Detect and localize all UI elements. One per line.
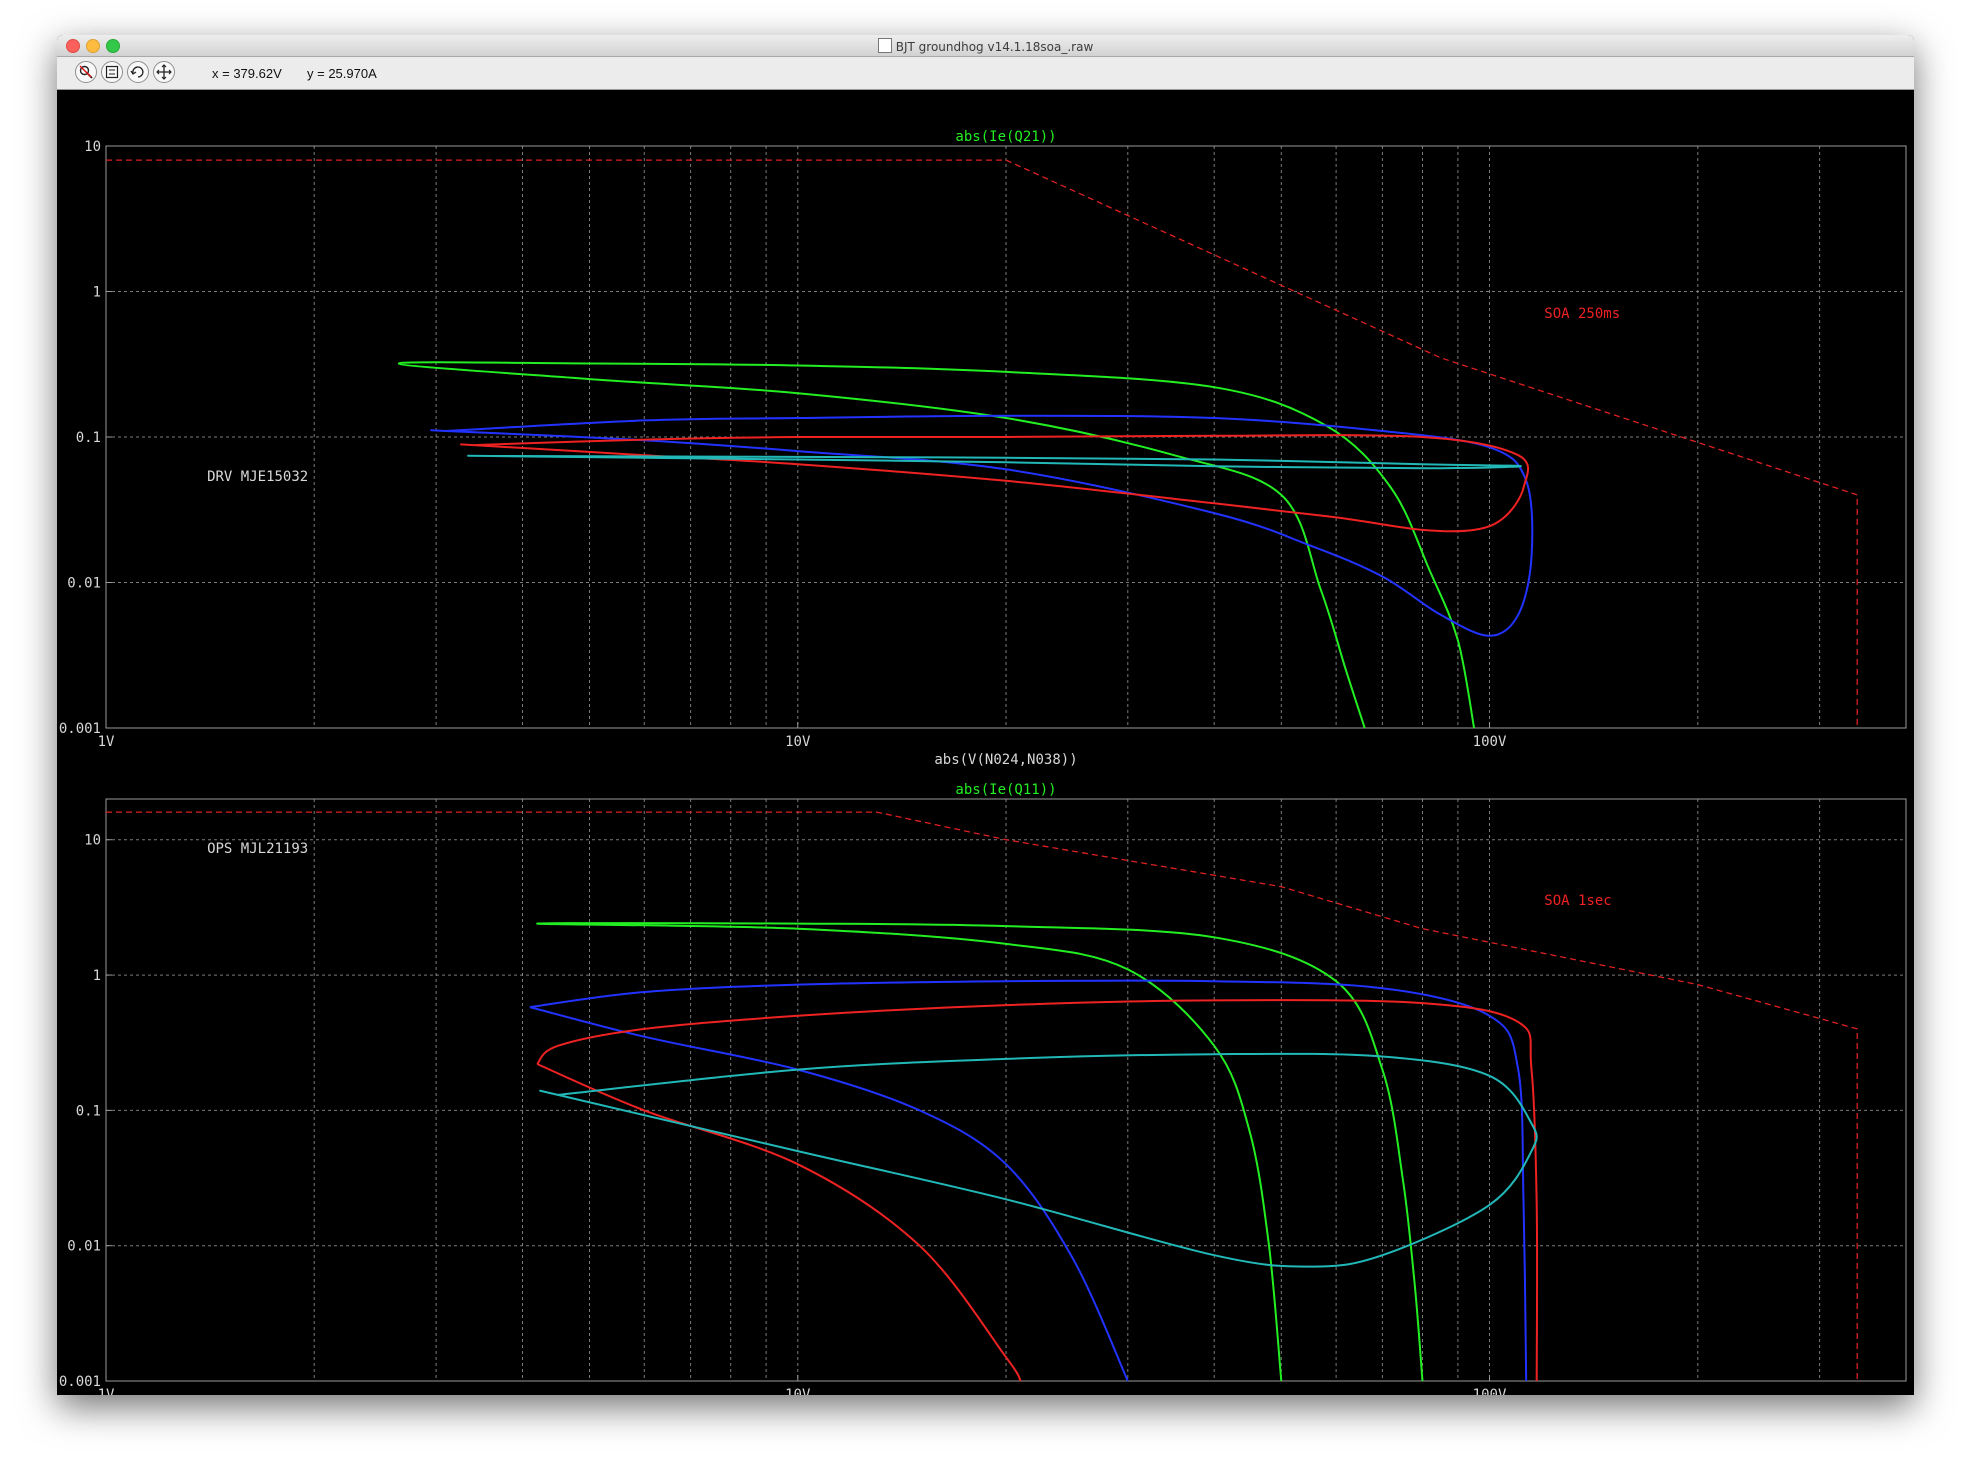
y-tick-label: 0.01 [67, 576, 101, 592]
x-tick-label: 100V [1473, 734, 1507, 750]
annotation-label: DRV MJE15032 [207, 469, 308, 485]
y-tick-label: 10 [84, 833, 101, 849]
x-tick-label: 1V [98, 1387, 115, 1395]
document-icon [877, 38, 892, 53]
ltspice-window: BJT groundhog v14.1.18soa_.raw x = 379.6… [57, 35, 1914, 1395]
annotation-label: OPS MJL21193 [207, 841, 308, 857]
zoom-out-icon[interactable] [75, 61, 97, 83]
title-bar[interactable]: BJT groundhog v14.1.18soa_.raw [57, 35, 1914, 57]
window-title: BJT groundhog v14.1.18soa_.raw [895, 40, 1094, 54]
toolbar: x = 379.62V y = 25.970A [57, 57, 1914, 90]
x-tick-label: 10V [785, 1387, 811, 1395]
x-axis-label-1: abs(V(N024,N038)) [934, 752, 1077, 768]
y-tick-label: 0.01 [67, 1239, 101, 1255]
zoom-previous-icon[interactable] [127, 61, 149, 83]
window-title-area: BJT groundhog v14.1.18soa_.raw [57, 38, 1914, 54]
pan-icon[interactable] [153, 61, 175, 83]
y-tick-label: 0.001 [59, 1374, 101, 1390]
y-tick-label: 10 [84, 139, 101, 155]
zoom-fit-icon[interactable] [101, 61, 123, 83]
y-tick-label: 0.001 [59, 721, 101, 737]
trace-title-1: abs(Ie(Q21)) [955, 129, 1056, 145]
annotation-label: SOA 1sec [1544, 893, 1611, 909]
trace-title-2: abs(Ie(Q11)) [955, 782, 1056, 798]
waveform-plots[interactable]: 1010.10.010.0011V 10V 100Vabs(Ie(Q21))abs(… [57, 90, 1914, 1395]
cursor-y-readout: y = 25.970A [307, 66, 377, 81]
y-tick-label: 1 [93, 968, 101, 984]
y-tick-label: 0.1 [76, 1103, 101, 1119]
y-tick-label: 1 [93, 285, 101, 301]
x-tick-label: 100V [1473, 1387, 1507, 1395]
x-tick-label: 10V [785, 734, 811, 750]
plot-background [57, 90, 1914, 1395]
x-tick-label: 1V [98, 734, 115, 750]
y-tick-label: 0.1 [76, 430, 101, 446]
cursor-x-readout: x = 379.62V [212, 66, 282, 81]
annotation-label: SOA 250ms [1544, 306, 1620, 322]
